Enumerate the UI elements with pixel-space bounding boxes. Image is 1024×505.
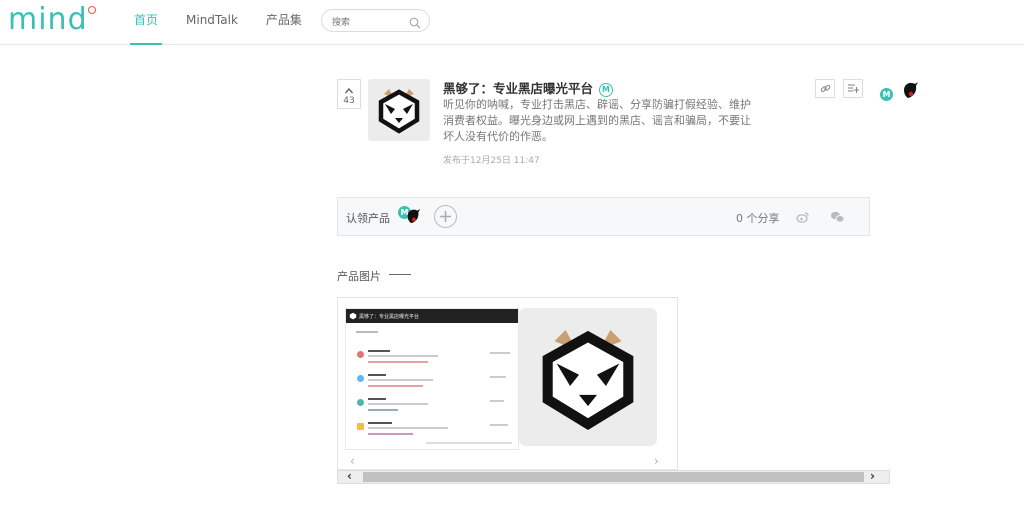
vote-count: 43: [343, 96, 355, 106]
screenshot-tab-line: [356, 331, 378, 333]
section-divider: [389, 274, 411, 275]
share-wechat-button[interactable]: [830, 209, 845, 228]
search-icon[interactable]: [409, 14, 421, 33]
claimer-avatar-bird[interactable]: [405, 207, 421, 229]
add-to-list-icon: [848, 84, 859, 93]
screenshot-line: [368, 385, 423, 387]
screenshot-line: [490, 352, 510, 354]
screenshot-line: [368, 403, 428, 405]
screenshot-title: 黑够了：专业黑店曝光平台: [359, 313, 420, 320]
share-weibo-button[interactable]: [796, 209, 810, 228]
link-icon: [820, 84, 830, 93]
product-title[interactable]: 黑够了：专业黑店曝光平台: [443, 81, 593, 96]
maker-avatar-bird[interactable]: [901, 80, 919, 104]
gallery-logo-image[interactable]: [519, 308, 657, 446]
screenshot-pagination: [426, 442, 512, 444]
screenshot-line: [368, 409, 398, 411]
add-to-collection-button[interactable]: [843, 79, 863, 98]
husky-logo-icon: [378, 89, 420, 134]
screenshot-line: [490, 376, 506, 378]
chevron-up-icon: [338, 81, 360, 95]
screenshot-line: [368, 355, 438, 357]
screenshot-dot: [357, 375, 364, 382]
nav-home[interactable]: 首页: [120, 0, 172, 45]
share-count: 0 个分享: [736, 212, 780, 225]
wechat-icon: [830, 211, 845, 223]
copy-link-button[interactable]: [815, 79, 835, 98]
screenshot-row: [350, 421, 514, 443]
chevron-left-icon[interactable]: ‹: [350, 454, 355, 468]
section-rule: [337, 273, 890, 274]
weibo-icon: [796, 212, 809, 223]
scrollbar-thumb[interactable]: [363, 472, 864, 482]
logo-ring: [87, 6, 96, 14]
screenshot-row: [350, 349, 514, 371]
horizontal-scrollbar[interactable]: ‹ ›: [337, 469, 890, 484]
chevron-right-icon[interactable]: ›: [654, 454, 659, 468]
bird-avatar-icon: [904, 82, 918, 98]
publish-date: 发布于12月25日 11:47: [443, 156, 540, 166]
maker-avatar-m[interactable]: M: [880, 88, 893, 101]
verified-badge: M: [599, 82, 614, 97]
screenshot-line: [368, 433, 413, 435]
image-gallery: 黑够了：专业黑店曝光平台 ‹ ›: [337, 297, 678, 470]
gallery-screenshot[interactable]: 黑够了：专业黑店曝光平台: [345, 308, 519, 450]
husky-logo-icon: [349, 312, 357, 320]
scroll-left-arrow[interactable]: ‹: [347, 469, 352, 483]
screenshot-dot: [357, 351, 364, 358]
search-input[interactable]: [332, 12, 412, 34]
top-header: mind 首页 MindTalk 产品集: [0, 0, 1024, 45]
screenshot-line: [368, 374, 386, 376]
screenshot-row: [350, 397, 514, 419]
screenshot-line: [490, 400, 504, 402]
claim-add-button[interactable]: [434, 205, 457, 228]
claim-bar: 认领产品 M 0 个分享: [337, 197, 870, 236]
screenshot-line: [490, 424, 508, 426]
scroll-right-arrow[interactable]: ›: [870, 469, 875, 483]
screenshot-line: [368, 379, 433, 381]
bird-avatar-icon: [407, 208, 421, 224]
screenshot-toolbar: 黑够了：专业黑店曝光平台: [346, 309, 518, 323]
upvote-button[interactable]: 43: [337, 79, 361, 109]
product-thumbnail[interactable]: [368, 79, 430, 141]
screenshot-line: [368, 422, 392, 424]
product-images-heading: 产品图片: [337, 270, 381, 283]
screenshot-row: [350, 373, 514, 395]
screenshot-line: [368, 361, 428, 363]
nav-mindtalk[interactable]: MindTalk: [172, 0, 252, 45]
product-title-row: 黑够了：专业黑店曝光平台 M: [443, 78, 614, 97]
search-box: [321, 9, 430, 34]
claim-product-label: 认领产品: [346, 212, 390, 225]
mind-logo[interactable]: mind: [8, 2, 96, 37]
screenshot-dot: [357, 399, 364, 406]
product-description: 听见你的呐喊，专业打击黑店、辟谣、分享防骗打假经验、维护消费者权益。曝光身边或网…: [443, 98, 751, 143]
nav-collections[interactable]: 产品集: [252, 0, 316, 45]
screenshot-line: [368, 398, 386, 400]
main-nav: 首页 MindTalk 产品集: [120, 0, 316, 45]
husky-logo-icon: [542, 329, 634, 430]
screenshot-line: [368, 427, 448, 429]
plus-icon: [440, 211, 451, 222]
screenshot-dot: [357, 423, 364, 430]
screenshot-line: [368, 350, 390, 352]
